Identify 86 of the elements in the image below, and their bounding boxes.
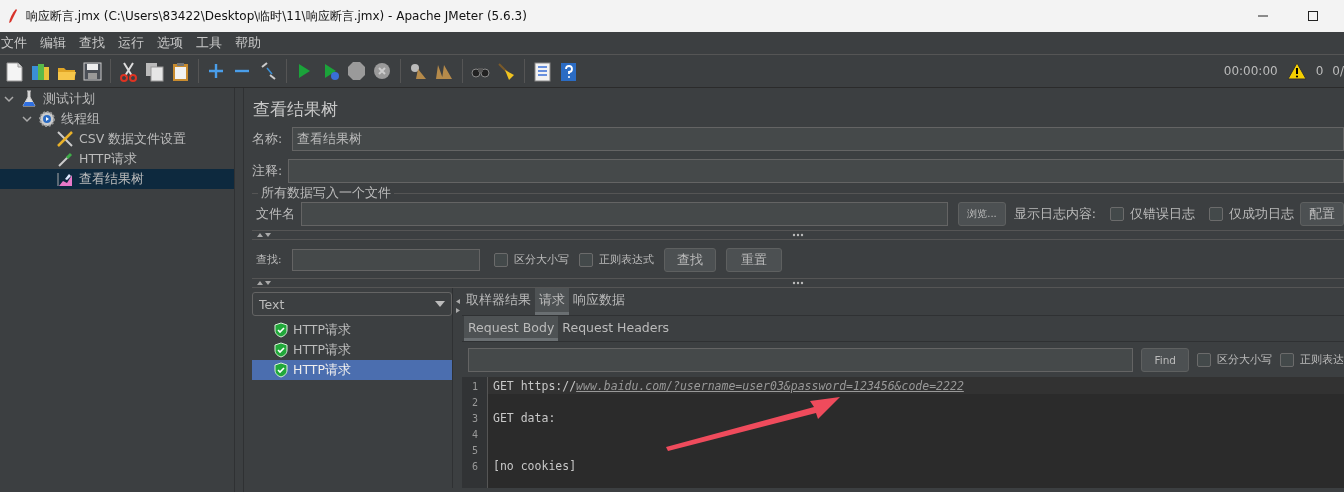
- scissors-icon[interactable]: [118, 60, 139, 82]
- tab[interactable]: 取样器结果: [462, 288, 535, 315]
- menu-item[interactable]: 工具: [195, 34, 228, 52]
- grip-icon[interactable]: [792, 281, 804, 285]
- menu-item[interactable]: 选项: [156, 34, 189, 52]
- tree-item[interactable]: 线程组: [0, 109, 234, 129]
- chevron-down-icon[interactable]: [21, 113, 33, 125]
- shield-check-icon: [274, 342, 288, 358]
- tab[interactable]: Request Headers: [558, 316, 674, 341]
- checkbox[interactable]: 正则表达式: [578, 253, 654, 267]
- code-line: [no cookies]: [493, 459, 577, 473]
- stop-icon[interactable]: [346, 60, 367, 82]
- checkbox[interactable]: 区分大小写: [1197, 353, 1272, 367]
- filename-field[interactable]: [301, 202, 949, 226]
- stop-icon[interactable]: [372, 60, 393, 82]
- document-icon[interactable]: [4, 60, 25, 82]
- menu-item[interactable]: 查找: [78, 34, 111, 52]
- chart-icon: [56, 170, 74, 188]
- panel-title: 查看结果树: [253, 98, 339, 121]
- group-title: 所有数据写入一个文件: [258, 185, 394, 202]
- chevron-down-icon[interactable]: [3, 93, 15, 105]
- name-field[interactable]: 查看结果树: [292, 127, 1344, 151]
- tree-item[interactable]: CSV 数据文件设置: [0, 129, 234, 149]
- clipboard-icon[interactable]: [170, 60, 191, 82]
- find-button[interactable]: Find: [1141, 348, 1189, 372]
- tree-item[interactable]: 查看结果树: [0, 169, 234, 189]
- configure-button[interactable]: 配置: [1300, 202, 1344, 226]
- menu-item[interactable]: 帮助: [234, 34, 267, 52]
- field-label: 查找:: [256, 253, 282, 267]
- line-number: 5: [471, 443, 480, 458]
- line-number: 4: [471, 427, 480, 442]
- checkbox[interactable]: 区分大小写: [493, 253, 569, 267]
- shield-check-icon: [274, 322, 288, 338]
- tree-item[interactable]: HTTP请求: [0, 149, 234, 169]
- reset-button[interactable]: 重置: [725, 248, 782, 272]
- flask-icon: [20, 90, 38, 108]
- pipette-icon: [56, 150, 74, 168]
- code-line: GET data:: [493, 411, 556, 425]
- browse-button[interactable]: 浏览...: [958, 202, 1006, 226]
- menu-item[interactable]: 编辑: [39, 34, 72, 52]
- comment-field[interactable]: [288, 159, 1344, 183]
- checkbox[interactable]: 仅错误日志: [1110, 205, 1195, 223]
- warning-icon[interactable]: [1286, 62, 1307, 80]
- floppy-icon[interactable]: [82, 60, 103, 82]
- find-button[interactable]: 查找: [663, 248, 716, 272]
- list-icon[interactable]: [532, 60, 553, 82]
- menu-item[interactable]: 文件: [0, 34, 33, 52]
- collapse-arrows-icon[interactable]: [454, 298, 461, 314]
- sample-item[interactable]: HTTP请求: [252, 340, 452, 360]
- line-number: 6: [471, 459, 480, 474]
- copy-icon[interactable]: [144, 60, 165, 82]
- gear-icon: [38, 110, 56, 128]
- field-label: 显示日志内容:: [1013, 205, 1096, 223]
- tab[interactable]: 请求: [535, 288, 569, 315]
- warning-count: 0: [1315, 64, 1324, 78]
- collapse-arrows-icon[interactable]: [256, 232, 272, 238]
- maximize-icon[interactable]: [1308, 11, 1318, 21]
- url-link[interactable]: www.baidu.com/?username=user03&password=123456&code=2222: [576, 379, 964, 393]
- tab[interactable]: 响应数据: [569, 288, 629, 315]
- line-number: 2: [471, 395, 480, 410]
- caret-icon: [435, 301, 445, 307]
- renderer-dropdown[interactable]: Text: [252, 292, 452, 316]
- tab[interactable]: Request Body: [464, 316, 559, 341]
- menu-item[interactable]: 运行: [117, 34, 150, 52]
- find-field[interactable]: [468, 348, 1134, 372]
- collapse-arrows-icon[interactable]: [256, 280, 272, 286]
- field-label: 名称:: [252, 130, 283, 148]
- sample-item[interactable]: HTTP请求: [252, 320, 452, 340]
- window-title: 响应断言.jmx (C:\Users\83422\Desktop\临时\11\响应断言.jmx) - Apache JMeter (5.6.3): [26, 7, 527, 25]
- elapsed-time: 00:00:00: [1223, 64, 1278, 78]
- thread-count: 0/: [1332, 64, 1344, 78]
- line-number: 1: [471, 379, 480, 394]
- shield-check-icon: [274, 362, 288, 378]
- field-label: 文件名: [256, 205, 295, 223]
- tree-item[interactable]: 测试计划: [0, 89, 234, 109]
- checkbox[interactable]: 正则表达: [1280, 353, 1344, 367]
- grip-icon[interactable]: [792, 233, 804, 237]
- checkbox[interactable]: 仅成功日志: [1209, 205, 1294, 223]
- help-icon[interactable]: [558, 60, 579, 82]
- field-label: 注释:: [252, 162, 283, 180]
- line-number: 3: [471, 411, 480, 426]
- tools-icon: [56, 130, 74, 148]
- search-field[interactable]: [291, 249, 480, 271]
- sample-item[interactable]: HTTP请求: [252, 360, 452, 380]
- feather-icon: [8, 8, 18, 24]
- code-line: GET https://www.baidu.com/?username=user03&password=123456&code=2222: [493, 379, 964, 393]
